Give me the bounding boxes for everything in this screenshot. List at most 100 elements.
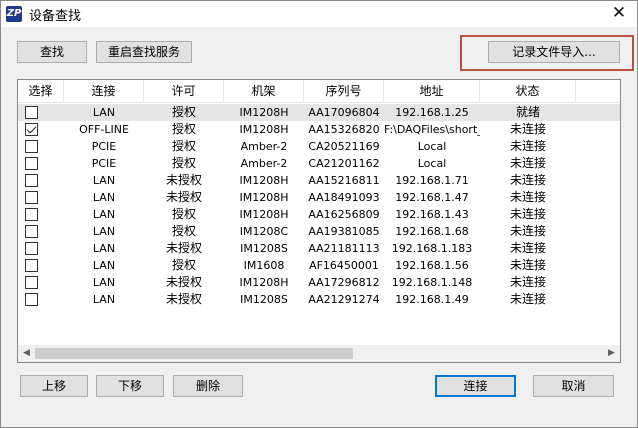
select-cell xyxy=(18,257,64,274)
connection-cell: LAN xyxy=(92,208,116,221)
serial-cell: CA20521169 xyxy=(308,140,380,153)
header-license[interactable]: 许可 xyxy=(144,80,224,103)
move-up-button[interactable]: 上移 xyxy=(20,375,88,397)
rack-cell: Amber-2 xyxy=(240,157,288,170)
header-address[interactable]: 地址 xyxy=(384,80,480,103)
status-cell: 未连接 xyxy=(509,241,546,255)
cancel-button[interactable]: 取消 xyxy=(533,375,614,397)
status-cell: 未连接 xyxy=(509,156,546,170)
scroll-right-icon[interactable]: ▶ xyxy=(603,345,620,362)
connect-button[interactable]: 连接 xyxy=(435,375,516,397)
serial-cell: AA15216811 xyxy=(308,174,380,187)
serial-cell: AA16256809 xyxy=(308,208,380,221)
scrollbar-thumb[interactable] xyxy=(35,348,353,359)
select-cell xyxy=(18,274,64,291)
table-row[interactable]: LAN 授权 IM1608 AF16450001 192.168.1.56 未连接 I xyxy=(18,257,620,274)
table-row[interactable]: PCIE 授权 Amber-2 CA21201162 Local 未连接 xyxy=(18,155,620,172)
overflow-cell xyxy=(576,274,620,291)
row-checkbox[interactable] xyxy=(25,276,38,289)
row-checkbox[interactable] xyxy=(25,157,38,170)
license-cell: 未授权 xyxy=(165,241,202,255)
status-cell: 未连接 xyxy=(509,139,546,153)
serial-cell: AA21291274 xyxy=(308,293,380,306)
address-cell: 192.168.1.71 xyxy=(395,174,469,187)
address-cell: 192.168.1.56 xyxy=(395,259,469,272)
close-icon[interactable]: ✕ xyxy=(607,2,631,24)
rack-cell: IM1208H xyxy=(239,276,289,289)
table-row[interactable]: LAN 未授权 IM1208H AA15216811 192.168.1.71 未连接 xyxy=(18,172,620,189)
status-cell: 未连接 xyxy=(509,173,546,187)
row-checkbox[interactable] xyxy=(25,259,38,272)
rack-cell: IM1608 xyxy=(243,259,285,272)
overflow-cell: I xyxy=(576,257,620,274)
rack-cell: IM1208H xyxy=(239,123,289,136)
table-row[interactable]: LAN 未授权 IM1208H AA17296812 192.168.1.148 未连接 xyxy=(18,274,620,291)
row-checkbox[interactable] xyxy=(25,174,38,187)
license-cell: 授权 xyxy=(171,156,196,170)
delete-button[interactable]: 删除 xyxy=(173,375,243,397)
select-cell xyxy=(18,172,64,189)
select-cell xyxy=(18,206,64,223)
table-row[interactable]: LAN 授权 IM1208H AA17096804 192.168.1.25 就绪 xyxy=(18,104,620,121)
serial-cell: CA21201162 xyxy=(308,157,380,170)
license-cell: 未授权 xyxy=(165,275,202,289)
header-status[interactable]: 状态 xyxy=(480,80,576,103)
license-cell: 授权 xyxy=(171,139,196,153)
connection-cell: LAN xyxy=(92,191,116,204)
row-checkbox[interactable] xyxy=(25,106,38,119)
address-cell: 192.168.1.47 xyxy=(395,191,469,204)
row-checkbox[interactable] xyxy=(25,242,38,255)
connection-cell: PCIE xyxy=(91,157,117,170)
device-find-dialog: ZP 设备查找 ✕ 查找 重启查找服务 记录文件导入... 选择 连接 许可 机… xyxy=(0,0,638,428)
move-down-button[interactable]: 下移 xyxy=(96,375,164,397)
table-row[interactable]: LAN 未授权 IM1208S AA21181113 192.168.1.183 未连接 xyxy=(18,240,620,257)
scroll-left-icon[interactable]: ◀ xyxy=(18,345,35,362)
row-checkbox[interactable] xyxy=(25,208,38,221)
table-row[interactable]: OFF-LINE 授权 IM1208H AA15326820 F:\DAQFiles\s… xyxy=(18,121,620,138)
address-cell: Local xyxy=(417,157,447,170)
connection-cell: LAN xyxy=(92,242,116,255)
row-checkbox[interactable] xyxy=(25,140,38,153)
table-row[interactable]: PCIE 授权 Amber-2 CA20521169 Local 未连接 xyxy=(18,138,620,155)
address-cell: 192.168.1.49 xyxy=(395,293,469,306)
overflow-cell xyxy=(576,138,620,155)
select-cell xyxy=(18,223,64,240)
table-row[interactable]: LAN 未授权 IM1208H AA18491093 192.168.1.47 未连接 I xyxy=(18,189,620,206)
header-serial[interactable]: 序列号 xyxy=(304,80,384,103)
import-log-file-button[interactable]: 记录文件导入... xyxy=(488,41,620,63)
row-checkbox[interactable] xyxy=(25,293,38,306)
device-list[interactable]: 选择 连接 许可 机架 序列号 地址 状态 LAN 授权 IM1208H AA1709… xyxy=(17,79,621,363)
status-cell: 未连接 xyxy=(509,275,546,289)
row-checkbox[interactable] xyxy=(25,123,38,136)
list-rows: LAN 授权 IM1208H AA17096804 192.168.1.25 就绪 OFF-… xyxy=(18,104,620,308)
address-cell: F:\DAQFiles\short_... xyxy=(384,123,480,136)
row-checkbox[interactable] xyxy=(25,225,38,238)
serial-cell: AA18491093 xyxy=(308,191,380,204)
overflow-cell xyxy=(576,104,620,121)
title-bar: ZP 设备查找 ✕ xyxy=(1,1,637,27)
row-checkbox[interactable] xyxy=(25,191,38,204)
select-cell xyxy=(18,240,64,257)
horizontal-scrollbar[interactable]: ◀ ▶ xyxy=(18,345,620,362)
restart-find-service-button[interactable]: 重启查找服务 xyxy=(96,41,192,63)
header-rack[interactable]: 机架 xyxy=(224,80,304,103)
list-header: 选择 连接 许可 机架 序列号 地址 状态 xyxy=(18,80,620,103)
app-logo-icon: ZP xyxy=(6,6,22,22)
header-connect[interactable]: 连接 xyxy=(64,80,144,103)
serial-cell: AA19381085 xyxy=(308,225,380,238)
license-cell: 授权 xyxy=(171,224,196,238)
rack-cell: Amber-2 xyxy=(240,140,288,153)
address-cell: 192.168.1.148 xyxy=(391,276,473,289)
connection-cell: OFF-LINE xyxy=(79,123,129,136)
status-cell: 未连接 xyxy=(509,292,546,306)
table-row[interactable]: LAN 授权 IM1208H AA16256809 192.168.1.43 未连接 xyxy=(18,206,620,223)
select-cell xyxy=(18,155,64,172)
overflow-cell xyxy=(576,223,620,240)
table-row[interactable]: LAN 授权 IM1208C AA19381085 192.168.1.68 未连接 xyxy=(18,223,620,240)
status-cell: 未连接 xyxy=(509,207,546,221)
header-select[interactable]: 选择 xyxy=(18,80,64,103)
find-button[interactable]: 查找 xyxy=(17,41,87,63)
table-row[interactable]: LAN 未授权 IM1208S AA21291274 192.168.1.49 未连接 I xyxy=(18,291,620,308)
license-cell: 授权 xyxy=(171,207,196,221)
rack-cell: IM1208H xyxy=(239,191,289,204)
